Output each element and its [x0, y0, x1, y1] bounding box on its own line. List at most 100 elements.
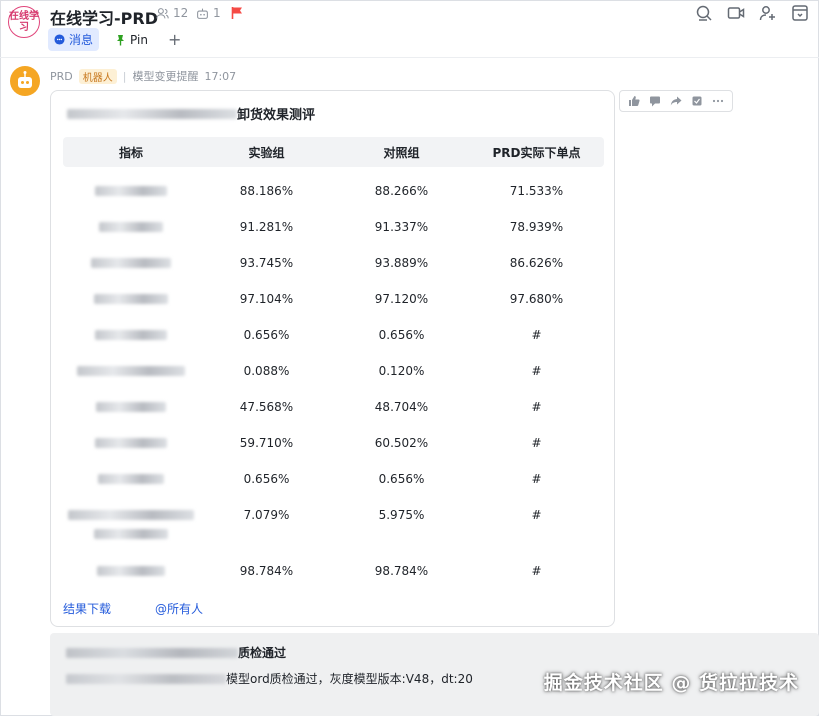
metric-name-redacted [63, 294, 199, 304]
card-links: 结果下载 @所有人 [63, 600, 203, 617]
table-row: 88.186% 88.266% 71.533% [63, 179, 604, 203]
experiment-value: 7.079% [243, 508, 290, 522]
prd-value: 86.626% [509, 256, 564, 270]
control-value: 0.120% [378, 364, 425, 378]
experiment-value: 91.281% [239, 220, 294, 234]
control-value: 48.704% [374, 400, 429, 414]
add-tab-button[interactable]: + [164, 30, 185, 49]
sender-name[interactable]: PRD [50, 70, 73, 83]
control-value: 0.656% [378, 472, 425, 486]
metric-name-redacted [63, 510, 199, 520]
column-header: PRD实际下单点 [492, 145, 581, 160]
pin-icon [117, 34, 125, 45]
control-value: 60.502% [374, 436, 429, 450]
thumbs-up-icon[interactable] [628, 95, 640, 107]
prd-value: # [531, 508, 542, 522]
search-icon[interactable] [695, 4, 713, 22]
more-icon[interactable] [712, 95, 724, 107]
prd-value: # [531, 436, 542, 450]
metric-name-redacted [63, 186, 199, 196]
bot-count-value: 1 [213, 6, 221, 20]
prd-value: 97.680% [509, 292, 564, 306]
video-call-icon[interactable] [727, 4, 745, 22]
add-member-icon[interactable] [759, 4, 777, 22]
metric-name-redacted [63, 529, 199, 539]
control-value: 97.120% [374, 292, 429, 306]
table-row: 59.710% 60.502% # [63, 431, 604, 455]
header-divider [0, 57, 819, 58]
prd-value: # [531, 564, 542, 578]
metric-name-redacted [63, 258, 199, 268]
qc-card-title-text: 质检通过 [238, 646, 287, 660]
table-row: 91.281% 91.337% 78.939% [63, 215, 604, 239]
message-time: 17:07 [204, 69, 237, 83]
member-count-value: 12 [173, 6, 189, 20]
control-value: 93.889% [374, 256, 429, 270]
group-avatar[interactable]: 在线学习 [8, 6, 40, 38]
card-title: 卸货效果测评 [67, 104, 315, 123]
column-header: 指标 [118, 145, 143, 160]
member-count[interactable]: 12 [156, 6, 188, 20]
table-row: 93.745% 93.889% 86.626% [63, 251, 604, 275]
redacted-text [66, 673, 226, 684]
column-header: 对照组 [383, 145, 420, 160]
bot-count[interactable]: 1 [196, 6, 221, 20]
bot-icon [197, 8, 208, 19]
download-results-link[interactable]: 结果下载 [63, 600, 111, 617]
experiment-value: 97.104% [239, 292, 294, 306]
tab-pin-label: Pin [130, 32, 148, 47]
metric-name-redacted [63, 474, 199, 484]
message-actions [619, 90, 733, 112]
control-value: 91.337% [374, 220, 429, 234]
tab-messages-label: 消息 [69, 33, 94, 47]
reply-icon[interactable] [649, 95, 661, 107]
chat-title: 在线学习-PRD [50, 9, 158, 28]
metric-name-redacted [63, 222, 199, 232]
tab-pin[interactable]: Pin [109, 30, 154, 50]
experiment-value: 93.745% [239, 256, 294, 270]
header-separator: | [122, 69, 127, 83]
experiment-value: 47.568% [239, 400, 294, 414]
bot-avatar[interactable] [10, 66, 40, 96]
task-icon[interactable] [691, 95, 703, 107]
column-header: 实验组 [248, 145, 285, 160]
more-panel-icon[interactable] [791, 4, 809, 22]
experiment-value: 88.186% [239, 184, 294, 198]
metric-name-redacted [63, 330, 199, 340]
metric-name-redacted [63, 366, 199, 376]
table-row: 0.656% 0.656% # [63, 467, 604, 491]
experiment-value: 59.710% [239, 436, 294, 450]
table-row: 98.784% 98.784% # [63, 559, 604, 583]
metric-name-redacted [63, 402, 199, 412]
evaluation-card: 卸货效果测评 指标 实验组 对照组 PRD实际下单点 88.186% 88.26… [50, 90, 615, 627]
control-value: 5.975% [378, 508, 425, 522]
table-row: 0.656% 0.656% # [63, 323, 604, 347]
experiment-value: 0.656% [243, 328, 290, 342]
message-header: PRD 机器人 | 模型变更提醒 17:07 [50, 68, 236, 84]
mention-all-link[interactable]: @所有人 [155, 600, 203, 617]
table-header: 指标 实验组 对照组 PRD实际下单点 [63, 137, 604, 167]
experiment-value: 0.656% [243, 472, 290, 486]
message-subject: 模型变更提醒 [132, 70, 199, 83]
card-title-text: 卸货效果测评 [237, 108, 316, 123]
tab-messages[interactable]: 消息 [48, 28, 100, 51]
redacted-text [67, 108, 237, 119]
prd-value: 71.533% [509, 184, 564, 198]
prd-value: # [531, 364, 542, 378]
bot-badge: 机器人 [78, 68, 117, 84]
experiment-value: 0.088% [243, 364, 290, 378]
chat-bubble-icon [54, 34, 65, 45]
prd-value: 78.939% [509, 220, 564, 234]
prd-value: # [531, 400, 542, 414]
table-row: 0.088% 0.120% # [63, 359, 604, 383]
prd-value: # [531, 472, 542, 486]
metric-name-redacted [63, 438, 199, 448]
forward-icon[interactable] [670, 95, 682, 107]
table-row: 47.568% 48.704% # [63, 395, 604, 419]
flag-icon[interactable] [231, 5, 243, 24]
control-value: 98.784% [374, 564, 429, 578]
control-value: 0.656% [378, 328, 425, 342]
metric-name-redacted [63, 566, 199, 576]
prd-value: # [531, 328, 542, 342]
qc-card-title: 质检通过 [66, 644, 286, 661]
